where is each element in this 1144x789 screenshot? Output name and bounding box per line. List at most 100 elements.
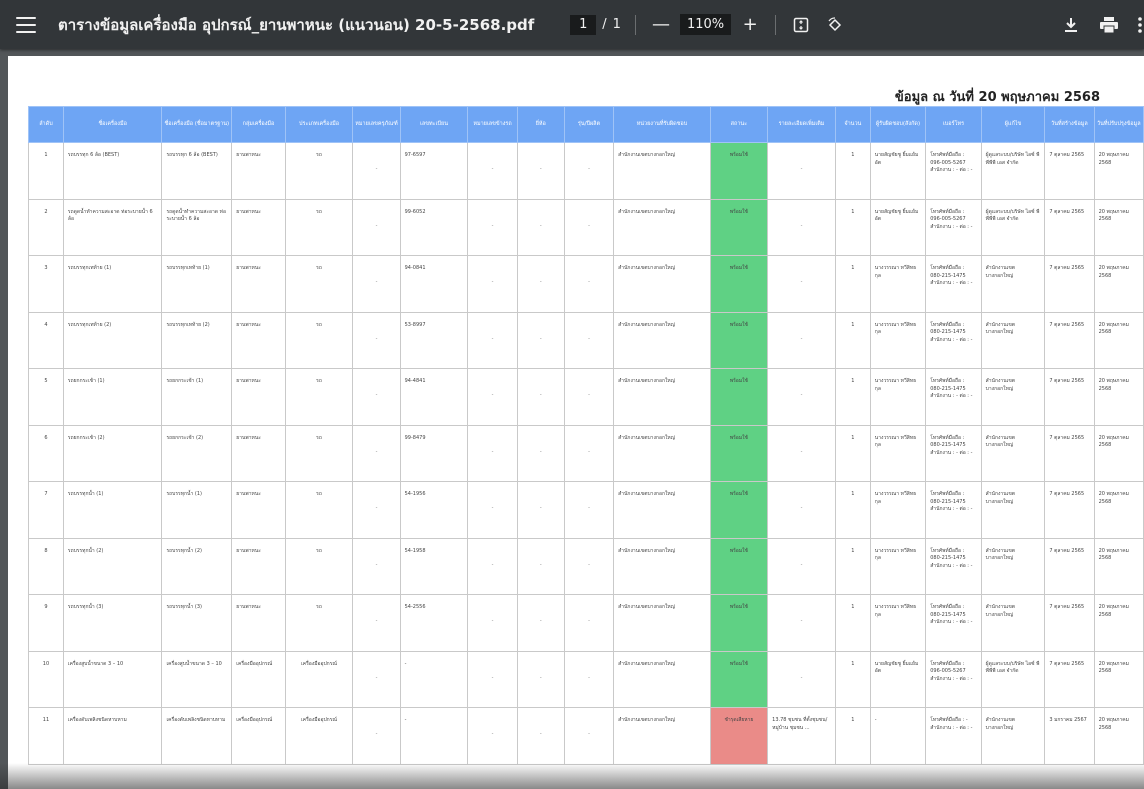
cell-group: ยานพาหนะ <box>231 198 286 256</box>
zoom-out-button[interactable]: — <box>650 14 672 36</box>
cell-brand: - <box>516 311 565 369</box>
fit-page-icon[interactable] <box>790 14 812 36</box>
empty-value: - <box>588 222 590 229</box>
download-icon[interactable] <box>1060 14 1082 36</box>
cell-group: ยานพาหนะ <box>231 311 286 369</box>
cell-status: พร้อมใช้ <box>709 424 769 482</box>
cell-owner: นางวรรณา ทวีสิทธกุล <box>869 594 927 652</box>
cell-editor: สำนักงานเขตบางกอกใหญ่ <box>980 255 1046 313</box>
cell-agency: สำนักงานเขตบางกอกใหญ่ <box>613 650 711 708</box>
cell-editor: ผู้ดูแลระบบ/บริษัท ไอซ์ พีพีพีพี เอส จำก… <box>980 198 1046 256</box>
empty-value: - <box>588 279 590 285</box>
cell-owner: นางวรรณา ทวีสิทธกุล <box>869 424 927 482</box>
cell-detail: - <box>767 594 836 652</box>
empty-value: - <box>800 674 803 681</box>
zoom-in-button[interactable]: + <box>739 14 761 36</box>
cell-status: พร้อมใช้ <box>709 594 769 652</box>
cell-type: รถ <box>284 481 354 539</box>
empty-value: - <box>539 618 542 624</box>
cell-owner: นางวรรณา ทวีสิทธกุล <box>869 311 927 369</box>
empty-value: - <box>375 279 378 285</box>
cell-asset: - <box>352 311 401 369</box>
cell-owner: นายสัญชัยชู ยิ้มแย้มอัต <box>869 650 927 708</box>
cell-model: - <box>563 311 615 369</box>
cell-name: รถบรรทุกเทท้าย (1) <box>62 255 163 313</box>
cell-reg: 97-6597 <box>399 142 469 200</box>
cell-std-name: รถบรรทุกน้ำ (3) <box>161 594 233 652</box>
cell-model: - <box>563 650 615 708</box>
cell-agency: สำนักงานเขตบางกอกใหญ่ <box>613 142 711 200</box>
zoom-level-input[interactable]: 110% <box>679 14 732 35</box>
empty-value: - <box>800 222 803 229</box>
cell-brand: - <box>516 537 565 595</box>
empty-value: - <box>539 392 542 398</box>
cell-status: พร้อมใช้ <box>709 198 769 256</box>
cell-type: รถ <box>284 255 354 313</box>
column-header: วันที่ปรับปรุงข้อมูล <box>1093 106 1144 143</box>
cell-std-name: รถยกกระเช้า (1) <box>161 368 233 426</box>
cell-reg: 54-2556 <box>399 594 469 652</box>
cell-created: 7 ตุลาคม 2565 <box>1044 650 1095 708</box>
table-row: 6 รถยกกระเช้า (2) รถยกกระเช้า (2) ยานพาหนะร… <box>28 424 1144 482</box>
more-icon[interactable] <box>1136 14 1144 36</box>
cell-no: 11 <box>28 707 64 765</box>
cell-qty: 1 <box>834 311 871 369</box>
cell-brand: - <box>516 368 565 426</box>
cell-brand: - <box>516 481 565 539</box>
cell-agency: สำนักงานเขตบางกอกใหญ่ <box>613 311 711 369</box>
menu-icon[interactable] <box>16 16 36 33</box>
cell-model: - <box>563 707 615 765</box>
cell-asset: - <box>352 255 401 313</box>
empty-value: - <box>375 561 378 568</box>
cell-no: 8 <box>28 537 64 595</box>
empty-value: - <box>375 392 378 398</box>
rotate-icon[interactable] <box>824 14 846 36</box>
empty-value: - <box>588 674 590 681</box>
cell-qty: 1 <box>834 255 871 313</box>
cell-agency: สำนักงานเขตบางกอกใหญ่ <box>613 707 711 765</box>
cell-type: เครื่องมืออุปกรณ์ <box>284 650 354 708</box>
column-header: หมายเลขครุภัณฑ์ <box>352 106 401 143</box>
column-header: ผู้รับผิดชอบ(สังกัด) <box>869 106 927 143</box>
cell-detail: - <box>767 255 836 313</box>
cell-asset: - <box>352 424 401 482</box>
cell-name: รถบรรทุกน้ำ (2) <box>62 537 163 595</box>
cell-type: รถ <box>284 537 354 595</box>
empty-value: - <box>539 279 542 285</box>
cell-no: 9 <box>28 594 64 652</box>
cell-type: รถ <box>284 424 354 482</box>
cell-agency: สำนักงานเขตบางกอกใหญ่ <box>613 594 711 652</box>
cell-model: - <box>563 424 615 482</box>
cell-agency: สำนักงานเขตบางกอกใหญ่ <box>613 198 711 256</box>
cell-phone: โทรศัพท์มือถือ : 080-215-1475 สำนักงาน :… <box>925 311 982 369</box>
page-number-input[interactable] <box>570 14 597 35</box>
cell-updated: 20 พฤษภาคม 2568 <box>1093 424 1144 482</box>
cell-std-name: รถบรรทุกเทท้าย (1) <box>161 255 233 313</box>
cell-detail: - <box>767 198 836 256</box>
cell-editor: สำนักงานเขตบางกอกใหญ่ <box>980 594 1046 652</box>
column-header: รายละเอียดเพิ่มเติม <box>767 106 836 143</box>
empty-value: - <box>491 618 494 624</box>
cell-side: - <box>467 537 518 595</box>
cell-side: - <box>467 142 518 200</box>
cell-asset: - <box>352 198 401 256</box>
cell-detail: - <box>767 142 836 200</box>
cell-updated: 20 พฤษภาคม 2568 <box>1093 537 1144 595</box>
empty-value: - <box>491 279 494 285</box>
cell-reg: 94-0841 <box>399 255 469 313</box>
table-row: 3 รถบรรทุกเทท้าย (1) รถบรรทุกเทท้าย (1) ยาน… <box>28 255 1144 313</box>
cell-editor: สำนักงานเขตบางกอกใหญ่ <box>980 311 1046 369</box>
empty-value: - <box>375 674 378 681</box>
print-icon[interactable] <box>1098 14 1120 36</box>
cell-std-name: เครื่องดับเพลิงชนิดหาบหาม <box>161 707 233 765</box>
cell-created: 7 ตุลาคม 2565 <box>1044 198 1095 256</box>
cell-created: 7 ตุลาคม 2565 <box>1044 481 1095 539</box>
cell-qty: 1 <box>834 650 871 708</box>
empty-value: - <box>375 222 378 229</box>
cell-phone: โทรศัพท์มือถือ : 080-215-1475 สำนักงาน :… <box>925 424 982 482</box>
cell-no: 2 <box>28 198 64 256</box>
cell-owner: นายสัญชัยชู ยิ้มแย้มอัต <box>869 198 927 256</box>
cell-editor: ผู้ดูแลระบบ/บริษัท ไอซ์ พีพีพีพี เอส จำก… <box>980 650 1046 708</box>
cell-detail: - <box>767 481 836 539</box>
cell-owner: นางวรรณา ทวีสิทธกุล <box>869 481 927 539</box>
